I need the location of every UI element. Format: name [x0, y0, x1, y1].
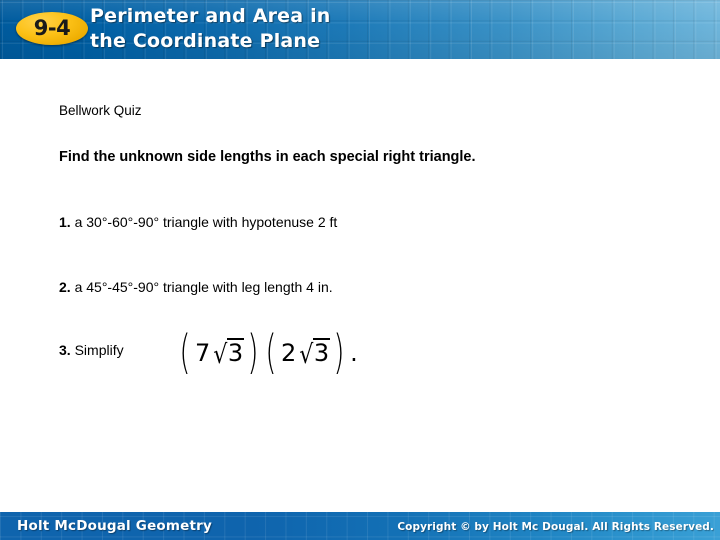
question-item-2: 2. a 45°-45°-90° triangle with leg lengt…: [59, 279, 333, 295]
factor-1-radicand: 3: [226, 338, 245, 367]
instruction-prompt: Find the unknown side lengths in each sp…: [59, 149, 476, 165]
footer-copyright-label: Copyright © by Holt Mc Dougal. All Right…: [397, 521, 714, 533]
question-2-text: a 45°-45°-90° triangle with leg length 4…: [74, 279, 333, 295]
factor-2-radicand: 3: [312, 338, 331, 367]
factor-2-coefficient: 2: [281, 339, 297, 367]
radical-1: √3: [212, 338, 245, 370]
lesson-number-badge: 9-4: [16, 12, 88, 45]
radical-sign-icon: √: [299, 340, 314, 370]
radical-2: √3: [298, 338, 331, 370]
slide-title-line-2: the Coordinate Plane: [90, 30, 321, 52]
slide-title: Perimeter and Area in the Coordinate Pla…: [90, 4, 331, 54]
math-trailing-period: .: [350, 339, 358, 367]
factor-1-coefficient: 7: [194, 339, 211, 367]
question-1-number: 1.: [59, 214, 71, 230]
slide-footer: Holt McDougal Geometry Copyright © by Ho…: [0, 512, 720, 540]
section-label: Bellwork Quiz: [59, 103, 142, 118]
question-item-3: 3. Simplify: [59, 342, 124, 358]
radical-sign-icon: √: [213, 340, 228, 370]
open-paren-2: (: [265, 325, 277, 380]
question-1-text: a 30°-60°-90° triangle with hypotenuse 2…: [74, 214, 338, 230]
slide-header: 9-4 Perimeter and Area in the Coordinate…: [0, 0, 720, 59]
question-2-number: 2.: [59, 279, 71, 295]
close-paren-1: ): [247, 325, 259, 380]
lesson-number-label: 9-4: [33, 16, 71, 40]
close-paren-2: ): [333, 325, 345, 380]
footer-brand-label: Holt McDougal Geometry: [17, 518, 213, 534]
slide-title-line-1: Perimeter and Area in: [90, 5, 331, 27]
math-expression: ( 7 √3 ) ( 2 √3 ) .: [176, 325, 358, 380]
open-paren-1: (: [179, 325, 191, 380]
slide-content: Bellwork Quiz Find the unknown side leng…: [0, 59, 720, 512]
question-3-number: 3.: [59, 342, 71, 358]
question-3-text: Simplify: [74, 342, 124, 358]
question-item-1: 1. a 30°-60°-90° triangle with hypotenus…: [59, 214, 337, 230]
